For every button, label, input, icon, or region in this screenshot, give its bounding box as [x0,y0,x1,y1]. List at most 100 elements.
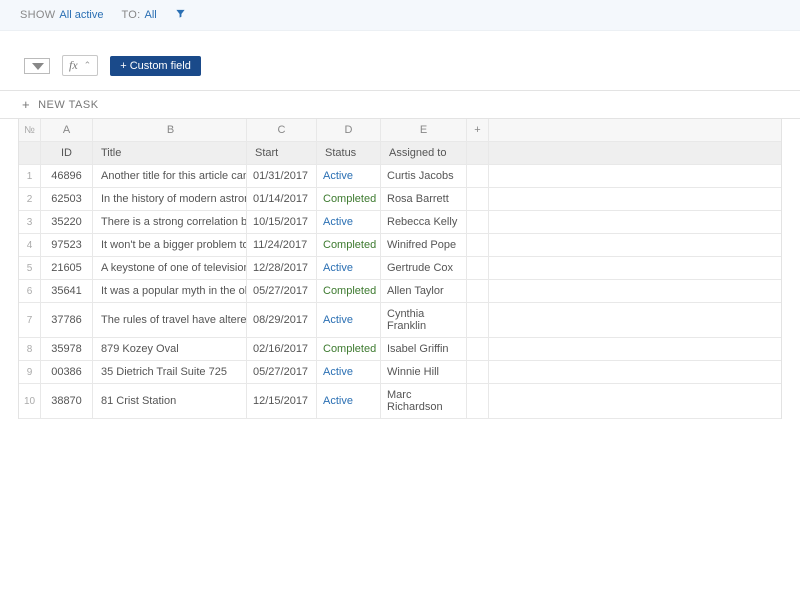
cell-title[interactable]: It won't be a bigger problem to increase… [93,234,247,256]
header-spacer [489,142,781,164]
header-start[interactable]: Start [247,142,317,164]
cell-title[interactable]: It was a popular myth in the old city wh… [93,280,247,302]
cell-extra [467,280,489,302]
cell-start[interactable]: 12/28/2017 [247,257,317,279]
cell-assigned[interactable]: Cynthia Franklin [381,303,467,337]
cell-id[interactable]: 97523 [41,234,93,256]
table-row[interactable]: 497523It won't be a bigger problem to in… [19,234,781,257]
cell-assigned[interactable]: Allen Taylor [381,280,467,302]
row-number: 8 [19,338,41,360]
cell-start[interactable]: 02/16/2017 [247,338,317,360]
header-num [19,142,41,164]
cell-status[interactable]: Completed [317,234,381,256]
cell-id[interactable]: 21605 [41,257,93,279]
cell-title[interactable]: There is a strong correlation between po… [93,211,247,233]
cell-id[interactable]: 46896 [41,165,93,187]
col-letter-e[interactable]: E [381,119,467,141]
fx-label: fx [69,58,78,73]
cell-start[interactable]: 10/15/2017 [247,211,317,233]
cell-start[interactable]: 12/15/2017 [247,384,317,418]
cell-status[interactable]: Active [317,257,381,279]
cell-assigned[interactable]: Rebecca Kelly [381,211,467,233]
plus-icon: + [22,97,30,112]
header-add-col [467,142,489,164]
task-grid: № A B C D E + ID Title Start Status Assi… [18,119,782,419]
row-number: 4 [19,234,41,256]
row-number: 6 [19,280,41,302]
cell-status[interactable]: Completed [317,280,381,302]
header-title[interactable]: Title [93,142,247,164]
cell-assigned[interactable]: Curtis Jacobs [381,165,467,187]
cell-status[interactable]: Completed [317,188,381,210]
formula-button[interactable]: fx ⌃ [62,55,98,76]
cell-status[interactable]: Active [317,384,381,418]
add-column-button[interactable]: + [467,119,489,141]
cell-extra [467,188,489,210]
cell-title[interactable]: A keystone of one of television's misson… [93,257,247,279]
table-row[interactable]: 262503In the history of modern astron Mi… [19,188,781,211]
table-row[interactable]: 521605A keystone of one of television's … [19,257,781,280]
row-number-header: № [19,119,41,141]
table-row[interactable]: 146896Another title for this article can… [19,165,781,188]
new-task-button[interactable]: + NEW TASK [0,90,800,119]
cell-extra [467,257,489,279]
filter-show[interactable]: SHOW All active [20,9,103,21]
cell-id[interactable]: 00386 [41,361,93,383]
cell-spacer [489,257,781,279]
cell-assigned[interactable]: Winifred Pope [381,234,467,256]
chevron-up-icon: ⌃ [84,60,92,71]
cell-assigned[interactable]: Rosa Barrett [381,188,467,210]
header-assigned[interactable]: Assigned to [381,142,467,164]
cell-start[interactable]: 05/27/2017 [247,280,317,302]
cell-assigned[interactable]: Gertrude Cox [381,257,467,279]
filter-bar: SHOW All active TO: All [0,0,800,31]
column-letter-row: № A B C D E + [19,119,781,142]
cell-status[interactable]: Active [317,361,381,383]
cell-title[interactable]: 35 Dietrich Trail Suite 725 [93,361,247,383]
cell-status[interactable]: Active [317,303,381,337]
table-row[interactable]: 335220There is a strong correlation betw… [19,211,781,234]
cell-id[interactable]: 35641 [41,280,93,302]
col-letter-b[interactable]: B [93,119,247,141]
cell-extra [467,211,489,233]
sort-dropdown-icon[interactable] [24,58,50,74]
table-row[interactable]: 635641It was a popular myth in the old c… [19,280,781,303]
table-row[interactable]: 90038635 Dietrich Trail Suite 72505/27/2… [19,361,781,384]
cell-id[interactable]: 35978 [41,338,93,360]
cell-id[interactable]: 37786 [41,303,93,337]
header-status[interactable]: Status [317,142,381,164]
filter-to[interactable]: TO: All [121,9,156,21]
cell-extra [467,361,489,383]
table-row[interactable]: 737786The rules of travel have altered t… [19,303,781,338]
cell-start[interactable]: 11/24/2017 [247,234,317,256]
cell-id[interactable]: 35220 [41,211,93,233]
custom-field-button[interactable]: + Custom field [110,56,201,76]
cell-start[interactable]: 01/31/2017 [247,165,317,187]
cell-status[interactable]: Completed [317,338,381,360]
cell-assigned[interactable]: Winnie Hill [381,361,467,383]
cell-id[interactable]: 38870 [41,384,93,418]
col-letter-c[interactable]: C [247,119,317,141]
cell-id[interactable]: 62503 [41,188,93,210]
header-id[interactable]: ID [41,142,93,164]
cell-title[interactable]: In the history of modern astron Mike was… [93,188,247,210]
col-letter-a[interactable]: A [41,119,93,141]
cell-spacer [489,303,781,337]
cell-status[interactable]: Active [317,165,381,187]
cell-title[interactable]: The rules of travel have altered to what… [93,303,247,337]
cell-title[interactable]: 879 Kozey Oval [93,338,247,360]
funnel-icon[interactable] [175,8,186,22]
cell-title[interactable]: Another title for this article can [93,165,247,187]
cell-start[interactable]: 08/29/2017 [247,303,317,337]
cell-start[interactable]: 05/27/2017 [247,361,317,383]
table-row[interactable]: 103887081 Crist Station12/15/2017ActiveM… [19,384,781,419]
filter-show-label: SHOW [20,9,55,21]
cell-extra [467,165,489,187]
cell-assigned[interactable]: Marc Richardson [381,384,467,418]
cell-assigned[interactable]: Isabel Griffin [381,338,467,360]
cell-start[interactable]: 01/14/2017 [247,188,317,210]
col-letter-d[interactable]: D [317,119,381,141]
cell-status[interactable]: Active [317,211,381,233]
table-row[interactable]: 835978879 Kozey Oval02/16/2017CompletedI… [19,338,781,361]
cell-title[interactable]: 81 Crist Station [93,384,247,418]
